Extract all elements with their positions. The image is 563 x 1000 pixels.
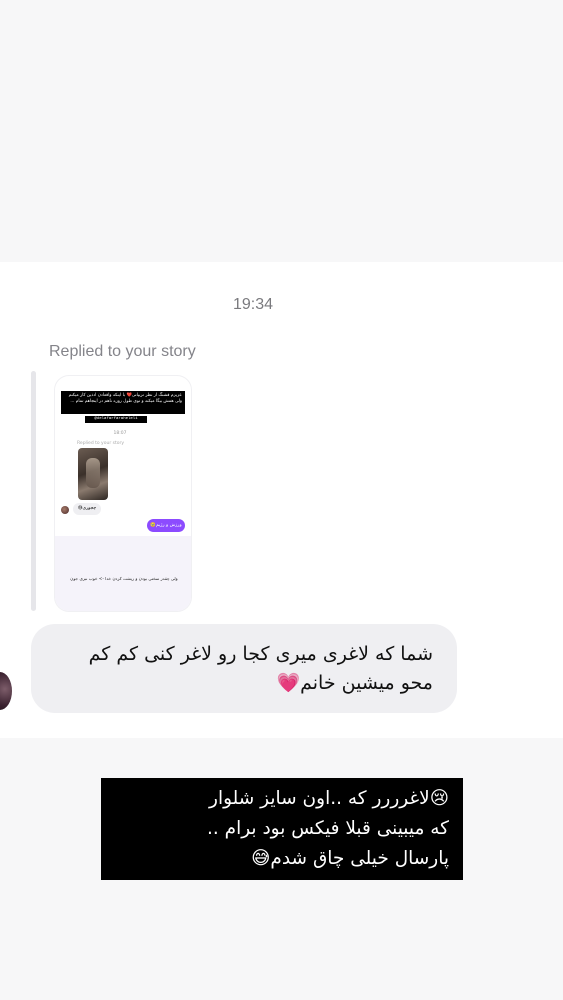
message-line: شما که لاغری میری کجا رو لاغر کنی کم کم bbox=[88, 643, 433, 665]
message-bubble[interactable]: شما که لاغری میری کجا رو لاغر کنی کم کم … bbox=[31, 624, 457, 713]
caption-line: پارسال خیلی چاق شدم😅 bbox=[251, 848, 449, 869]
message-timestamp: 19:34 bbox=[232, 296, 274, 313]
story-bubble-sent: ورزش و رژیم🥹 bbox=[147, 519, 185, 532]
story-timestamp: 18:07 bbox=[113, 431, 127, 436]
story-caption-box: 😢لاغرررر که ..اون سایز شلوار که میبینی ق… bbox=[101, 778, 463, 880]
story-thumbnail[interactable]: عزیزم قشنگ از نظر تریپاتی❤️ با اینکه واق… bbox=[55, 376, 191, 611]
story-lower-area bbox=[55, 536, 191, 611]
story-caption-text: 😢لاغرررر که ..اون سایز شلوار که میبینی ق… bbox=[115, 784, 449, 874]
story-avatar bbox=[61, 506, 69, 514]
story-replied-label: Replied to your story bbox=[77, 441, 124, 446]
story-photo bbox=[78, 448, 108, 500]
reply-indicator-bar bbox=[31, 371, 36, 611]
caption-line: که میبینی قبلا فیکس بود برام .. bbox=[206, 818, 449, 839]
story-username-tag: @delafarfaraheleli bbox=[85, 416, 147, 423]
story-bubble-received: چجوری😅 bbox=[73, 503, 101, 515]
message-line: محو میشین خانم💗 bbox=[276, 672, 433, 694]
caption-line: 😢لاغرررر که ..اون سایز شلوار bbox=[209, 788, 449, 809]
message-text: شما که لاغری میری کجا رو لاغر کنی کم کم … bbox=[41, 640, 433, 698]
story-caption: ولی چقدر سختی بودن و ریشت کردن خدا -> خو… bbox=[70, 576, 178, 581]
story-header-text: عزیزم قشنگ از نظر تریپاتی❤️ با اینکه واق… bbox=[61, 391, 185, 414]
replied-to-story-label: Replied to your story bbox=[49, 343, 196, 360]
top-background bbox=[0, 0, 563, 262]
